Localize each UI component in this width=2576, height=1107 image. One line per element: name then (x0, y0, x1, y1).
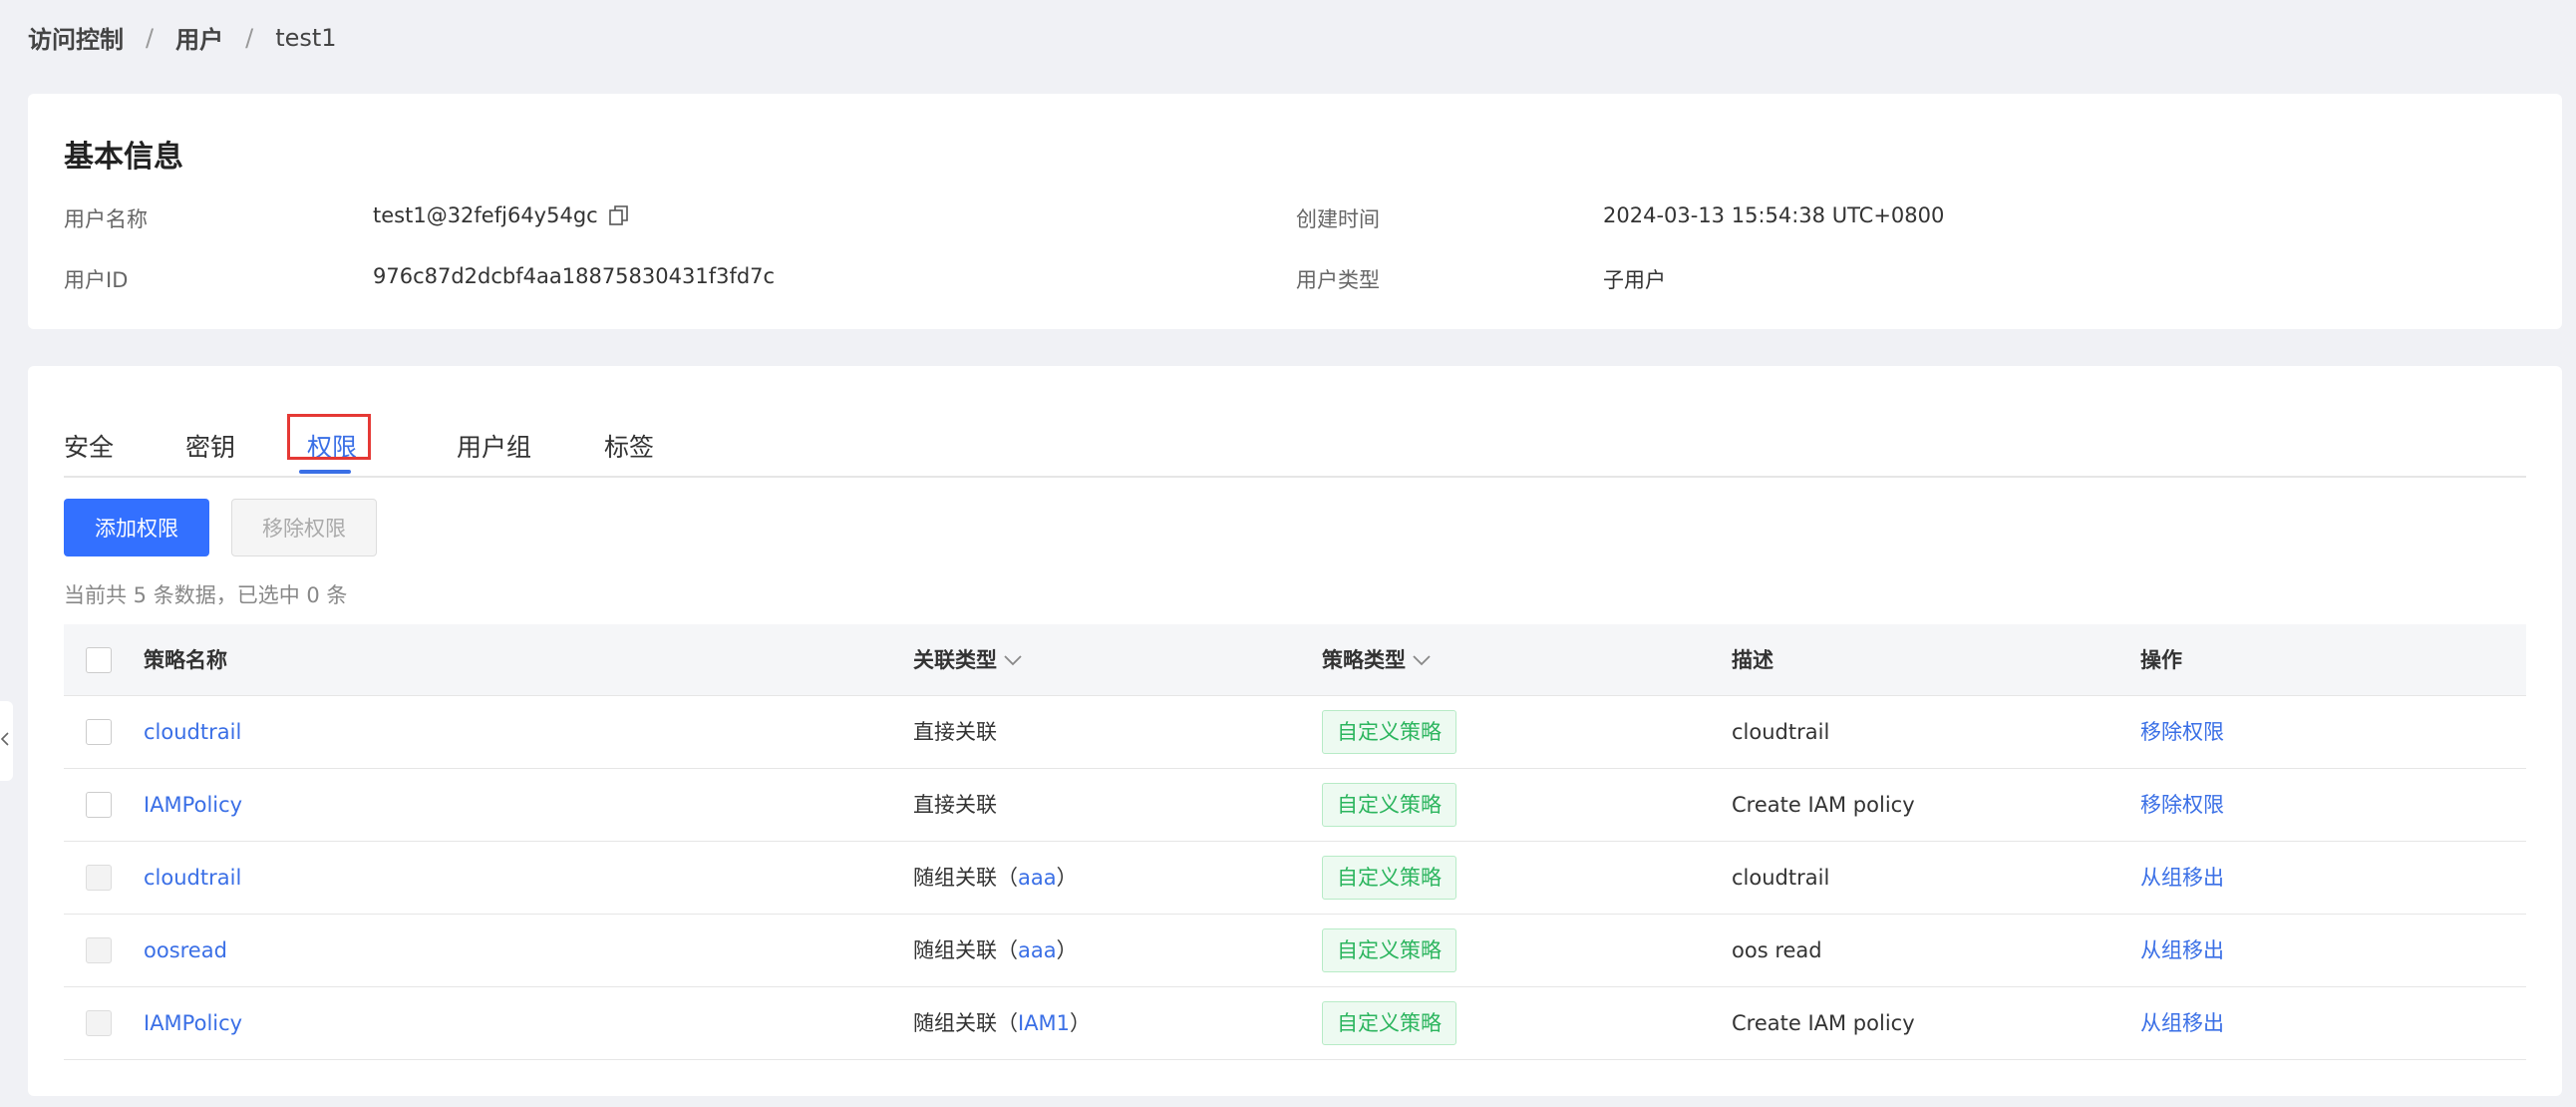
remove-from-group-link[interactable]: 从组移出 (2140, 842, 2224, 915)
chevron-down-icon[interactable] (1412, 653, 1432, 667)
header-policy-type-label: 策略类型 (1322, 648, 1406, 672)
remove-permission-link[interactable]: 移除权限 (2140, 696, 2224, 769)
breadcrumb-separator: / (245, 23, 254, 52)
row-checkbox[interactable] (86, 865, 112, 891)
userid-value: 976c87d2dcbf4aa18875830431f3fd7c (373, 264, 776, 288)
created-time-label: 创建时间 (1296, 207, 1380, 231)
tab-security[interactable]: 安全 (64, 418, 114, 478)
header-policy-name: 策略名称 (144, 648, 227, 672)
policy-name-link[interactable]: IAMPolicy (144, 987, 242, 1060)
policy-description: Create IAM policy (1732, 793, 1915, 817)
policy-description: oos read (1732, 938, 1822, 962)
header-relation-type[interactable]: 关联类型 (913, 624, 1023, 696)
row-checkbox[interactable] (86, 719, 112, 745)
sidebar-collapse-handle[interactable] (0, 701, 13, 781)
relation-type-text: 随组关联（ (913, 938, 1018, 962)
breadcrumb-separator: / (146, 23, 155, 52)
breadcrumb-current: test1 (275, 23, 337, 52)
policy-description: cloudtrail (1732, 720, 1830, 744)
tab-keys[interactable]: 密钥 (185, 418, 235, 478)
row-checkbox[interactable] (86, 1010, 112, 1036)
relation-type-text: 随组关联（ (913, 1011, 1018, 1035)
table-row: cloudtrail 直接关联 自定义策略 cloudtrail 移除权限 (64, 696, 2526, 769)
permissions-card: 安全 密钥 权限 用户组 标签 添加权限 移除权限 当前共 5 条数据，已选中 … (28, 366, 2562, 1096)
table-header: 策略名称 关联类型 策略类型 描述 操作 (64, 624, 2526, 696)
userid-label: 用户ID (64, 268, 129, 292)
policy-description: cloudtrail (1732, 866, 1830, 890)
basic-info-card: 基本信息 用户名称 test1@32fefj64y54gc 用户ID 976c8… (28, 94, 2562, 329)
policy-name-link[interactable]: IAMPolicy (144, 769, 242, 842)
table-row: IAMPolicy 随组关联（IAM1） 自定义策略 Create IAM po… (64, 987, 2526, 1060)
select-all-checkbox[interactable] (86, 647, 112, 673)
breadcrumb-access-control[interactable]: 访问控制 (28, 20, 124, 55)
tab-tags[interactable]: 标签 (604, 418, 654, 478)
relation-type: 随组关联（IAM1） (913, 987, 1091, 1060)
tab-bar: 安全 密钥 权限 用户组 标签 (64, 418, 2526, 478)
row-checkbox[interactable] (86, 937, 112, 963)
relation-type-text: 随组关联（ (913, 866, 1018, 890)
username-text: test1@32fefj64y54gc (373, 203, 598, 227)
tab-permissions[interactable]: 权限 (307, 418, 357, 478)
chevron-down-icon[interactable] (1003, 653, 1023, 667)
remove-from-group-link[interactable]: 从组移出 (2140, 915, 2224, 987)
close-paren: ） (1070, 1011, 1092, 1035)
row-checkbox[interactable] (86, 792, 112, 818)
active-tab-indicator (299, 470, 351, 474)
remove-permission-button[interactable]: 移除权限 (231, 499, 377, 556)
policy-name-link[interactable]: cloudtrail (144, 696, 241, 769)
selection-summary: 当前共 5 条数据，已选中 0 条 (64, 583, 348, 607)
close-paren: ） (1056, 938, 1078, 962)
policy-type-badge: 自定义策略 (1322, 1001, 1456, 1045)
policy-type-badge: 自定义策略 (1322, 710, 1456, 754)
close-paren: ） (1056, 866, 1078, 890)
header-operation: 操作 (2140, 648, 2182, 672)
header-description: 描述 (1732, 648, 1773, 672)
table-row: IAMPolicy 直接关联 自定义策略 Create IAM policy 移… (64, 769, 2526, 842)
relation-type: 直接关联 (913, 720, 997, 744)
policy-type-badge: 自定义策略 (1322, 856, 1456, 900)
header-relation-type-label: 关联类型 (913, 648, 997, 672)
group-link[interactable]: IAM1 (1018, 1011, 1070, 1035)
group-link[interactable]: aaa (1018, 938, 1057, 962)
policy-type-badge: 自定义策略 (1322, 783, 1456, 827)
policy-type-badge: 自定义策略 (1322, 928, 1456, 972)
policy-name-link[interactable]: cloudtrail (144, 842, 241, 915)
remove-from-group-link[interactable]: 从组移出 (2140, 987, 2224, 1060)
section-title: 基本信息 (64, 140, 183, 175)
table-row: oosread 随组关联（aaa） 自定义策略 oos read 从组移出 (64, 915, 2526, 987)
policy-table: 策略名称 关联类型 策略类型 描述 操作 cloudtrail 直接关联 自定义… (64, 624, 2526, 1060)
table-row: cloudtrail 随组关联（aaa） 自定义策略 cloudtrail 从组… (64, 842, 2526, 915)
user-type-value: 子用户 (1603, 268, 1666, 292)
breadcrumb: 访问控制 / 用户 / test1 (28, 20, 337, 55)
policy-description: Create IAM policy (1732, 1011, 1915, 1035)
username-label: 用户名称 (64, 207, 148, 231)
copy-icon[interactable] (608, 204, 630, 226)
policy-name-link[interactable]: oosread (144, 915, 227, 987)
relation-type: 随组关联（aaa） (913, 915, 1078, 987)
created-time-value: 2024-03-13 15:54:38 UTC+0800 (1603, 203, 1945, 227)
remove-permission-link[interactable]: 移除权限 (2140, 769, 2224, 842)
breadcrumb-users[interactable]: 用户 (175, 20, 223, 55)
chevron-left-icon (0, 730, 10, 752)
add-permission-button[interactable]: 添加权限 (64, 499, 209, 556)
username-value: test1@32fefj64y54gc (373, 203, 630, 227)
relation-type: 直接关联 (913, 793, 997, 817)
group-link[interactable]: aaa (1018, 866, 1057, 890)
relation-type: 随组关联（aaa） (913, 842, 1078, 915)
user-type-label: 用户类型 (1296, 268, 1380, 292)
tab-user-groups[interactable]: 用户组 (457, 418, 531, 478)
header-policy-type[interactable]: 策略类型 (1322, 624, 1432, 696)
